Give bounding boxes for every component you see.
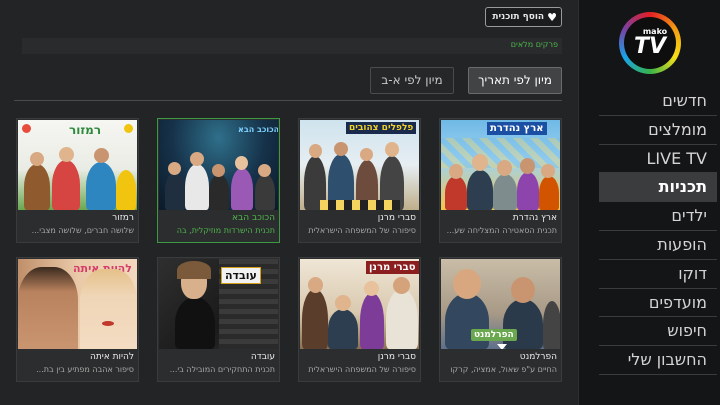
show-thumbnail: ארץ נהדרת xyxy=(441,120,560,210)
sidebar-item-my-account[interactable]: החשבון שלי xyxy=(599,346,717,375)
thumb-label: סברי מרנן xyxy=(366,261,419,274)
show-thumbnail: הפרלמנט xyxy=(441,259,560,349)
show-description: סיפורה של המשפחה הישראלית xyxy=(308,365,416,374)
show-card-ramzor[interactable]: רמזור רמזור שלושה חברים, שלושה מצבי... xyxy=(16,118,139,243)
selection-caret-icon xyxy=(497,344,507,349)
logo-inner: mako TV xyxy=(624,17,676,69)
show-card-hakochav-haba[interactable]: הכוכב הבא הכוכב הבא תכנית הישרדות מוזיקל… xyxy=(157,118,280,243)
show-card-haparlament[interactable]: הפרלמנט הפרלמנט החיים ע"פ שאול, אמציה, ק… xyxy=(439,257,562,382)
show-title: להיות איתה xyxy=(89,352,134,362)
thumb-label: ארץ נהדרת xyxy=(487,122,547,135)
show-title: סברי מרנן xyxy=(377,352,416,362)
mako-tv-logo[interactable]: mako TV xyxy=(619,12,681,74)
thumb-label: רמזור xyxy=(69,123,102,137)
thumb-label: עובדה xyxy=(221,267,261,284)
sort-by-date-button[interactable]: מיון לפי תאריך xyxy=(468,67,562,94)
show-description: החיים ע"פ שאול, אמציה, קרקו xyxy=(450,365,557,374)
sidebar-item-search[interactable]: חיפוש xyxy=(599,317,717,347)
show-description: תכנית הסאטירה המצליחה שע... xyxy=(446,226,557,235)
thumb-label: הכוכב הבא xyxy=(238,125,278,134)
show-title: עובדה xyxy=(250,352,275,362)
show-description: שלושה חברים, שלושה מצבי... xyxy=(31,226,134,235)
sidebar-item-performances[interactable]: הופעות xyxy=(599,231,717,260)
thumb-label: פלפלים צהובים xyxy=(346,122,417,134)
sidebar-item-shows[interactable]: תכניות xyxy=(599,173,717,203)
sidebar-item-docu[interactable]: דוקו xyxy=(599,260,717,289)
show-description: סיפור אהבה מפתיע בין בת... xyxy=(36,365,134,374)
show-thumbnail: עובדה xyxy=(159,259,278,349)
show-card-eretz-nehederet[interactable]: ארץ נהדרת ארץ נהדרת תכנית הסאטירה המצליח… xyxy=(439,118,562,243)
divider xyxy=(14,100,562,101)
show-card-uvda[interactable]: עובדה עובדה תכנית התחקירים המובילה בי... xyxy=(157,257,280,382)
show-title: סברי מרנן xyxy=(377,213,416,223)
show-thumbnail: פלפלים צהובים xyxy=(300,120,419,210)
logo-tv-text: TV xyxy=(633,34,667,59)
show-thumbnail: להיות איתה xyxy=(18,259,137,349)
breadcrumb-bar: פרקים מלאים xyxy=(22,38,562,54)
shows-grid: ארץ נהדרת ארץ נהדרת תכנית הסאטירה המצליח… xyxy=(16,118,562,384)
show-title: ארץ נהדרת xyxy=(512,213,557,223)
show-thumbnail: רמזור xyxy=(18,120,137,210)
show-card-sabri-maranan[interactable]: פלפלים צהובים סברי מרנן סיפורה של המשפחה… xyxy=(298,118,421,243)
show-title: רמזור xyxy=(112,213,134,223)
show-description: סיפורה של המשפחה הישראלית xyxy=(308,226,416,235)
thumb-label: הפרלמנט xyxy=(471,329,517,341)
show-description: תכנית התחקירים המובילה בי... xyxy=(169,365,275,374)
sidebar-item-new[interactable]: חדשים xyxy=(599,87,717,116)
show-thumbnail: הכוכב הבא xyxy=(159,120,278,210)
show-thumbnail: סברי מרנן xyxy=(300,259,419,349)
sidebar: mako TV חדשים מומלצים LIVE TV תכניות ילד… xyxy=(578,0,720,405)
breadcrumb[interactable]: פרקים מלאים xyxy=(511,40,558,49)
show-title: הפרלמנט xyxy=(519,352,557,362)
sidebar-item-recommended[interactable]: מומלצים xyxy=(599,116,717,145)
sidebar-item-favorites[interactable]: מועדפים xyxy=(599,289,717,318)
heart-plus-icon: ♥ xyxy=(547,10,557,24)
sort-by-alpha-button[interactable]: מיון לפי א-ב xyxy=(370,67,454,94)
add-show-button[interactable]: הוסף תוכנית ♥ xyxy=(485,7,562,27)
show-card-sabri-maranan-2[interactable]: סברי מרנן סברי מרנן סיפורה של המשפחה היש… xyxy=(298,257,421,382)
sidebar-item-kids[interactable]: ילדים xyxy=(599,202,717,231)
show-title: הכוכב הבא xyxy=(231,213,275,223)
add-show-label: הוסף תוכנית xyxy=(492,12,545,22)
show-card-lihyot-ita[interactable]: להיות איתה להיות איתה סיפור אהבה מפתיע ב… xyxy=(16,257,139,382)
show-description: תכנית הישרדות מוזיקלית, בה xyxy=(176,226,275,235)
sidebar-nav: חדשים מומלצים LIVE TV תכניות ילדים הופעו… xyxy=(599,87,717,375)
sidebar-item-live-tv[interactable]: LIVE TV xyxy=(599,145,717,174)
